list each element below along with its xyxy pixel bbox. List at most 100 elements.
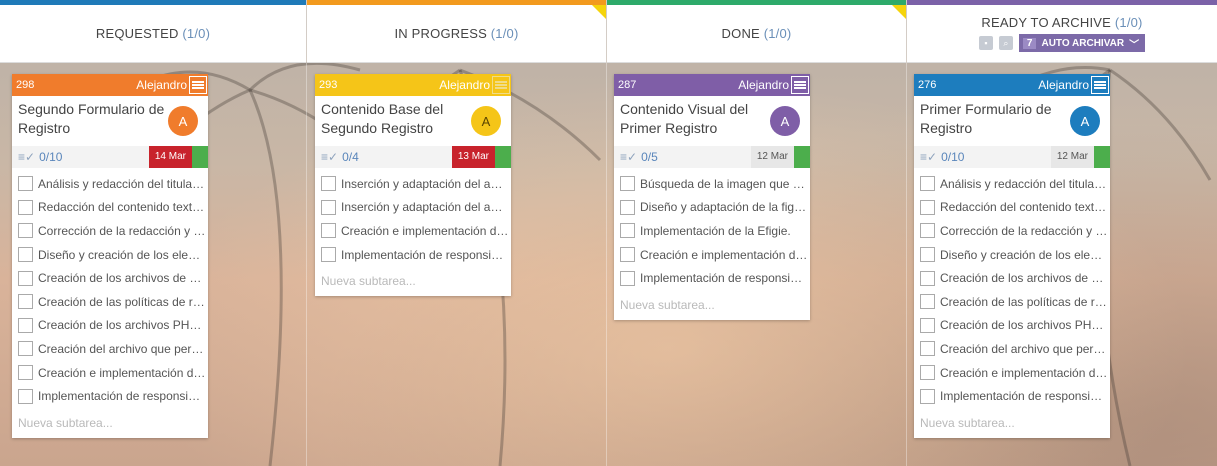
checklist-icon: ≡✓ <box>18 150 36 164</box>
card-user[interactable]: Alejandro <box>439 78 490 92</box>
subtask-checkbox[interactable] <box>321 247 336 263</box>
subtask-item[interactable]: Creación e implementación de … <box>920 361 1110 385</box>
subtask-item[interactable]: Creación e implementación de … <box>321 219 511 243</box>
new-subtask-input[interactable]: Nueva subtarea... <box>914 410 1110 438</box>
avatar[interactable]: A <box>168 106 198 136</box>
search-icon[interactable]: ⌕ <box>998 36 1013 50</box>
subtask-checkbox[interactable] <box>920 247 935 263</box>
subtask-checkbox[interactable] <box>18 176 33 192</box>
archive-icon[interactable]: ▪ <box>978 36 993 50</box>
subtask-item[interactable]: Redacción del contenido textu… <box>18 196 208 220</box>
subtask-item[interactable]: Corrección de la redacción y or… <box>18 219 208 243</box>
subtask-item[interactable]: Implementación de responsivi… <box>18 384 208 408</box>
new-subtask-input[interactable]: Nueva subtarea... <box>12 410 208 438</box>
subtask-checkbox[interactable] <box>620 223 635 239</box>
subtask-item[interactable]: Creación de los archivos de Jav… <box>18 266 208 290</box>
subtask-item[interactable]: Creación de las políticas de res… <box>18 290 208 314</box>
due-date[interactable]: 12 Mar <box>1050 146 1094 168</box>
subtask-item[interactable]: Implementación de responsivi… <box>620 266 810 290</box>
subtask-checkbox[interactable] <box>920 270 935 286</box>
subtask-checkbox[interactable] <box>18 223 33 239</box>
subtask-checkbox[interactable] <box>620 176 635 192</box>
task-card[interactable]: 276 Alejandro Primer Formulario de Regis… <box>914 74 1110 438</box>
due-date[interactable]: 12 Mar <box>750 146 794 168</box>
subtask-item[interactable]: Análisis y redacción del titular … <box>920 172 1110 196</box>
card-id: 298 <box>16 79 35 91</box>
column-header[interactable]: IN PROGRESS (1/0) <box>307 0 606 63</box>
subtask-checkbox[interactable] <box>620 270 635 286</box>
subtask-checkbox[interactable] <box>18 247 33 263</box>
subtask-item[interactable]: Búsqueda de la imagen que se … <box>620 172 810 196</box>
subtask-item[interactable]: Inserción y adaptación del apa… <box>321 196 511 220</box>
card-title[interactable]: Primer Formulario de Registro <box>920 100 1070 144</box>
menu-icon[interactable] <box>791 76 809 94</box>
subtask-checkbox[interactable] <box>620 247 635 263</box>
subtask-checkbox[interactable] <box>920 294 935 310</box>
menu-icon[interactable] <box>1091 76 1109 94</box>
card-user[interactable]: Alejandro <box>136 78 187 92</box>
task-card[interactable]: 293 Alejandro Contenido Base del Segundo… <box>315 74 511 297</box>
column-header[interactable]: DONE (1/0) <box>607 0 906 63</box>
subtask-checkbox[interactable] <box>18 388 33 404</box>
subtask-item[interactable]: Creación del archivo que permi… <box>18 337 208 361</box>
subtask-checkbox[interactable] <box>620 199 635 215</box>
task-card[interactable]: 287 Alejandro Contenido Visual del Prime… <box>614 74 810 320</box>
card-title[interactable]: Segundo Formulario de Registro <box>18 100 168 144</box>
subtask-item[interactable]: Implementación de la Efigie. <box>620 219 810 243</box>
task-card[interactable]: 298 Alejandro Segundo Formulario de Regi… <box>12 74 208 438</box>
subtask-item[interactable]: Creación de las políticas de res… <box>920 290 1110 314</box>
column-header[interactable]: READY TO ARCHIVE (1/0) ▪ ⌕ 7 AUTO ARCHIV… <box>907 0 1217 63</box>
column-ready-to-archive: READY TO ARCHIVE (1/0) ▪ ⌕ 7 AUTO ARCHIV… <box>907 0 1217 466</box>
subtask-checkbox[interactable] <box>321 223 336 239</box>
status-indicator <box>794 146 810 168</box>
avatar[interactable]: A <box>770 106 800 136</box>
subtask-item[interactable]: Corrección de la redacción y or… <box>920 219 1110 243</box>
avatar[interactable]: A <box>1070 106 1100 136</box>
subtask-checkbox[interactable] <box>18 294 33 310</box>
menu-icon[interactable] <box>189 76 207 94</box>
card-id: 287 <box>618 79 637 91</box>
subtask-checkbox[interactable] <box>920 176 935 192</box>
subtask-item[interactable]: Implementación de responsivi… <box>321 243 511 267</box>
subtask-item[interactable]: Creación del archivo que permi… <box>920 337 1110 361</box>
avatar[interactable]: A <box>471 106 501 136</box>
subtask-checkbox[interactable] <box>920 388 935 404</box>
subtask-checkbox[interactable] <box>920 223 935 239</box>
subtask-checkbox[interactable] <box>18 270 33 286</box>
card-user[interactable]: Alejandro <box>1038 78 1089 92</box>
card-user[interactable]: Alejandro <box>738 78 789 92</box>
subtask-item[interactable]: Análisis y redacción del titular … <box>18 172 208 196</box>
subtask-item[interactable]: Diseño y creación de los eleme… <box>920 243 1110 267</box>
subtask-item[interactable]: Implementación de responsivi… <box>920 384 1110 408</box>
subtask-item[interactable]: Creación de los archivos PHP q… <box>18 314 208 338</box>
subtask-item[interactable]: Creación de los archivos PHP q… <box>920 314 1110 338</box>
subtask-item[interactable]: Redacción del contenido textu… <box>920 196 1110 220</box>
subtask-checkbox[interactable] <box>18 365 33 381</box>
subtask-item[interactable]: Diseño y adaptación de la figur… <box>620 196 810 220</box>
subtask-item[interactable]: Creación e implementación de … <box>18 361 208 385</box>
due-date[interactable]: 13 Mar <box>451 146 495 168</box>
auto-archive-button[interactable]: 7 AUTO ARCHIVAR ﹀ <box>1018 34 1146 52</box>
subtask-checkbox[interactable] <box>321 176 336 192</box>
subtask-checkbox[interactable] <box>321 199 336 215</box>
subtask-list: Análisis y redacción del titular … Redac… <box>914 168 1110 410</box>
subtask-item[interactable]: Creación de los archivos de Jav… <box>920 266 1110 290</box>
new-subtask-input[interactable]: Nueva subtarea... <box>315 268 511 296</box>
subtask-checkbox[interactable] <box>920 365 935 381</box>
subtask-checkbox[interactable] <box>920 317 935 333</box>
subtask-checkbox[interactable] <box>18 317 33 333</box>
subtask-item[interactable]: Inserción y adaptación del apa… <box>321 172 511 196</box>
card-title[interactable]: Contenido Base del Segundo Registro <box>321 100 471 144</box>
subtask-checkbox[interactable] <box>18 341 33 357</box>
card-title[interactable]: Contenido Visual del Primer Registro <box>620 100 770 144</box>
subtask-checkbox[interactable] <box>920 341 935 357</box>
checklist-icon: ≡✓ <box>920 150 938 164</box>
subtask-checkbox[interactable] <box>18 199 33 215</box>
subtask-checkbox[interactable] <box>920 199 935 215</box>
column-header[interactable]: REQUESTED (1/0) <box>0 0 306 63</box>
subtask-item[interactable]: Creación e implementación de … <box>620 243 810 267</box>
menu-icon[interactable] <box>492 76 510 94</box>
due-date[interactable]: 14 Mar <box>148 146 192 168</box>
subtask-item[interactable]: Diseño y creación de los eleme… <box>18 243 208 267</box>
new-subtask-input[interactable]: Nueva subtarea... <box>614 292 810 320</box>
